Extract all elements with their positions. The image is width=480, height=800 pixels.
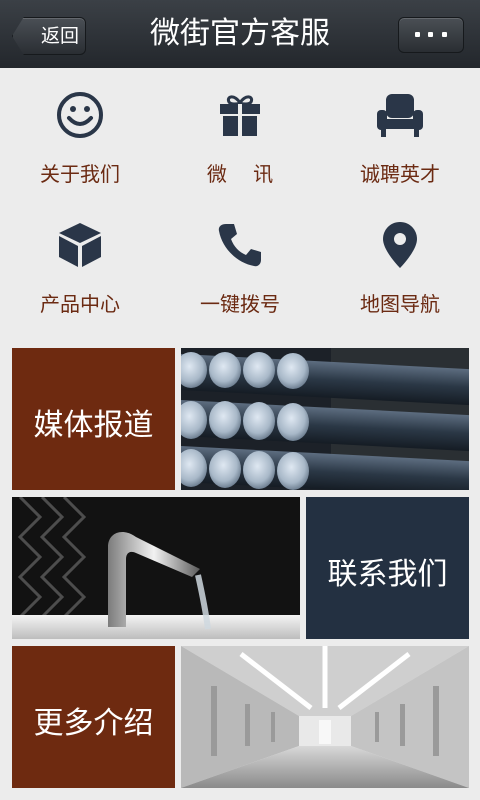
feature-grid: 关于我们 微 讯 诚聘英才 产品中心 一键拨号 地图导航 [0, 70, 480, 340]
grid-item-label: 产品中心 [40, 292, 120, 316]
media-reports-tile[interactable]: 媒体报道 [12, 348, 175, 490]
smiley-icon [57, 92, 103, 138]
contact-us-label: 联系我们 [327, 557, 448, 592]
cube-icon [59, 223, 101, 267]
armchair-icon [377, 94, 423, 137]
gift-icon [220, 95, 260, 136]
top-navigation-bar: 返回 微街官方客服 [0, 0, 480, 68]
map-pin-icon [383, 222, 417, 268]
grid-item-label: 一键拨号 [200, 292, 280, 316]
grid-item-about-us[interactable]: 关于我们 [0, 70, 160, 200]
grid-item-products[interactable]: 产品中心 [0, 200, 160, 330]
grid-item-careers[interactable]: 诚聘英才 [320, 70, 480, 200]
grid-item-news[interactable]: 微 讯 [160, 70, 320, 200]
contact-us-tile[interactable]: 联系我们 [306, 497, 469, 639]
media-reports-label: 媒体报道 [33, 408, 154, 443]
faucet-image[interactable] [12, 497, 300, 639]
grid-item-label: 地图导航 [360, 292, 440, 316]
grid-item-label: 关于我们 [40, 162, 120, 186]
steel-pipes-image[interactable] [181, 348, 469, 490]
grid-item-call[interactable]: 一键拨号 [160, 200, 320, 330]
corridor-image[interactable] [181, 646, 469, 788]
more-dots-icon [415, 32, 449, 38]
more-menu-button[interactable] [398, 17, 464, 53]
grid-item-label: 微 讯 [206, 162, 274, 186]
more-info-tile[interactable]: 更多介绍 [12, 646, 175, 788]
grid-item-map[interactable]: 地图导航 [320, 200, 480, 330]
more-info-label: 更多介绍 [33, 706, 154, 741]
phone-icon [218, 224, 261, 267]
grid-item-label: 诚聘英才 [360, 162, 440, 186]
